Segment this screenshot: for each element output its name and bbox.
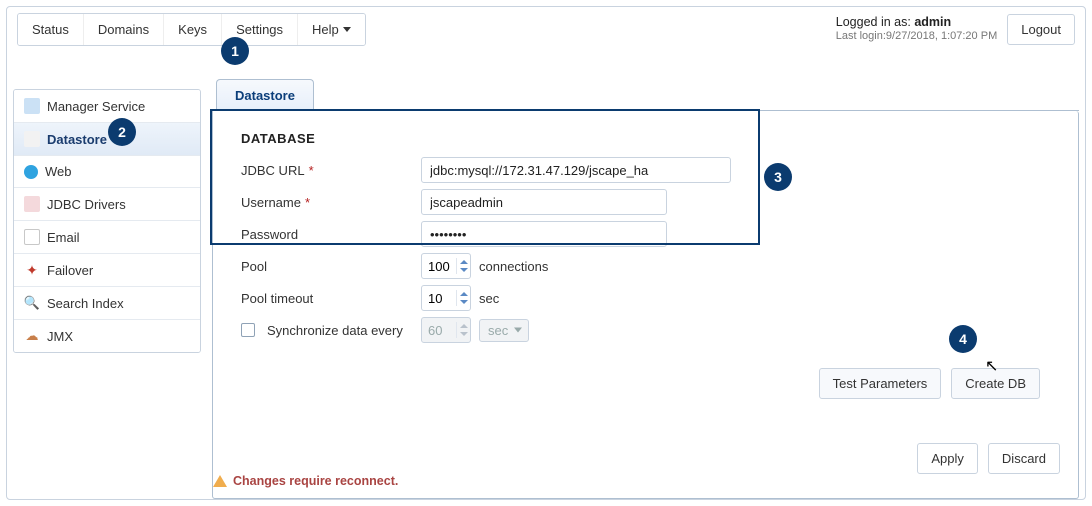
sidebar-item-label: JDBC Drivers — [47, 197, 126, 212]
nav-label: Help — [312, 22, 339, 37]
chevron-down-icon — [343, 27, 351, 32]
apply-button[interactable]: Apply — [917, 443, 978, 474]
username-label: Username — [241, 195, 301, 210]
sidebar-item-web[interactable]: Web — [14, 156, 200, 188]
jdbc-url-label: JDBC URL — [241, 163, 305, 178]
sync-unit-label: sec — [488, 323, 508, 338]
button-label: Apply — [931, 451, 964, 466]
logged-in-user: admin — [914, 15, 951, 29]
spinner-arrows — [456, 322, 470, 338]
sidebar-item-failover[interactable]: ✦ Failover — [14, 254, 200, 287]
logout-button[interactable]: Logout — [1007, 14, 1075, 45]
button-label: Discard — [1002, 451, 1046, 466]
nav-domains[interactable]: Domains — [83, 14, 163, 45]
sidebar-item-search-index[interactable]: 🔍 Search Index — [14, 287, 200, 320]
password-label: Password — [241, 227, 298, 242]
reconnect-warning: Changes require reconnect. — [213, 474, 398, 488]
search-icon: 🔍 — [24, 295, 40, 311]
login-info: Logged in as: admin Last login:9/27/2018… — [836, 14, 1075, 45]
sidebar-item-label: Search Index — [47, 296, 124, 311]
nav-keys[interactable]: Keys — [163, 14, 221, 45]
pool-value[interactable] — [422, 258, 456, 275]
required-marker: * — [309, 163, 314, 178]
sidebar-item-label: Manager Service — [47, 99, 145, 114]
pool-timeout-label: Pool timeout — [241, 291, 313, 306]
globe-icon — [24, 165, 38, 179]
nav-help[interactable]: Help — [297, 14, 365, 45]
warning-text: Changes require reconnect. — [233, 474, 398, 488]
sidebar-item-datastore[interactable]: Datastore — [14, 123, 200, 156]
test-parameters-button[interactable]: Test Parameters — [819, 368, 942, 399]
sync-unit-select: sec — [479, 319, 529, 342]
sidebar-item-label: Web — [45, 164, 72, 179]
button-label: Test Parameters — [833, 376, 928, 391]
sidebar-item-jmx[interactable]: ☁ JMX — [14, 320, 200, 352]
required-marker: * — [305, 195, 310, 210]
nav-label: Settings — [236, 22, 283, 37]
nav-status[interactable]: Status — [18, 14, 83, 45]
spinner-arrows[interactable] — [456, 290, 470, 306]
discard-button[interactable]: Discard — [988, 443, 1060, 474]
logout-label: Logout — [1021, 22, 1061, 37]
pool-unit: connections — [479, 259, 548, 274]
sync-interval-spinner — [421, 317, 471, 343]
pool-timeout-value[interactable] — [422, 290, 456, 307]
tab-bar: Datastore — [212, 77, 1079, 111]
pool-timeout-spinner[interactable] — [421, 285, 471, 311]
username-input[interactable] — [421, 189, 667, 215]
top-nav: Status Domains Keys Settings Help — [17, 13, 366, 46]
tab-datastore[interactable]: Datastore — [216, 79, 314, 111]
pool-timeout-unit: sec — [479, 291, 499, 306]
manager-service-icon — [24, 98, 40, 114]
sidebar-item-label: JMX — [47, 329, 73, 344]
nav-label: Status — [32, 22, 69, 37]
last-login-label: Last login: — [836, 30, 886, 42]
sync-checkbox[interactable] — [241, 323, 255, 337]
warning-icon — [213, 475, 227, 487]
pool-spinner[interactable] — [421, 253, 471, 279]
password-input[interactable] — [421, 221, 667, 247]
nav-label: Keys — [178, 22, 207, 37]
tab-label: Datastore — [235, 88, 295, 103]
settings-sidebar: Manager Service Datastore Web JDBC Drive… — [13, 89, 201, 353]
cloud-icon: ☁ — [24, 328, 40, 344]
sidebar-item-manager-service[interactable]: Manager Service — [14, 90, 200, 123]
sync-label: Synchronize data every — [267, 323, 403, 338]
datastore-icon — [24, 131, 40, 147]
last-login-value: 9/27/2018, 1:07:20 PM — [886, 30, 997, 42]
button-label: Create DB — [965, 376, 1026, 391]
pool-label: Pool — [241, 259, 267, 274]
sidebar-item-label: Email — [47, 230, 80, 245]
jdbc-drivers-icon — [24, 196, 40, 212]
section-title-database: DATABASE — [241, 131, 1058, 146]
failover-icon: ✦ — [24, 262, 40, 278]
sidebar-item-jdbc-drivers[interactable]: JDBC Drivers — [14, 188, 200, 221]
sidebar-item-label: Failover — [47, 263, 93, 278]
nav-settings[interactable]: Settings — [221, 14, 297, 45]
nav-label: Domains — [98, 22, 149, 37]
create-db-button[interactable]: Create DB — [951, 368, 1040, 399]
envelope-icon — [24, 229, 40, 245]
datastore-panel: DATABASE JDBC URL * Username * Password — [212, 111, 1079, 499]
spinner-arrows[interactable] — [456, 258, 470, 274]
sidebar-item-label: Datastore — [47, 132, 107, 147]
logged-in-label: Logged in as: — [836, 15, 911, 29]
jdbc-url-input[interactable] — [421, 157, 731, 183]
sync-interval-value — [422, 322, 456, 339]
sidebar-item-email[interactable]: Email — [14, 221, 200, 254]
